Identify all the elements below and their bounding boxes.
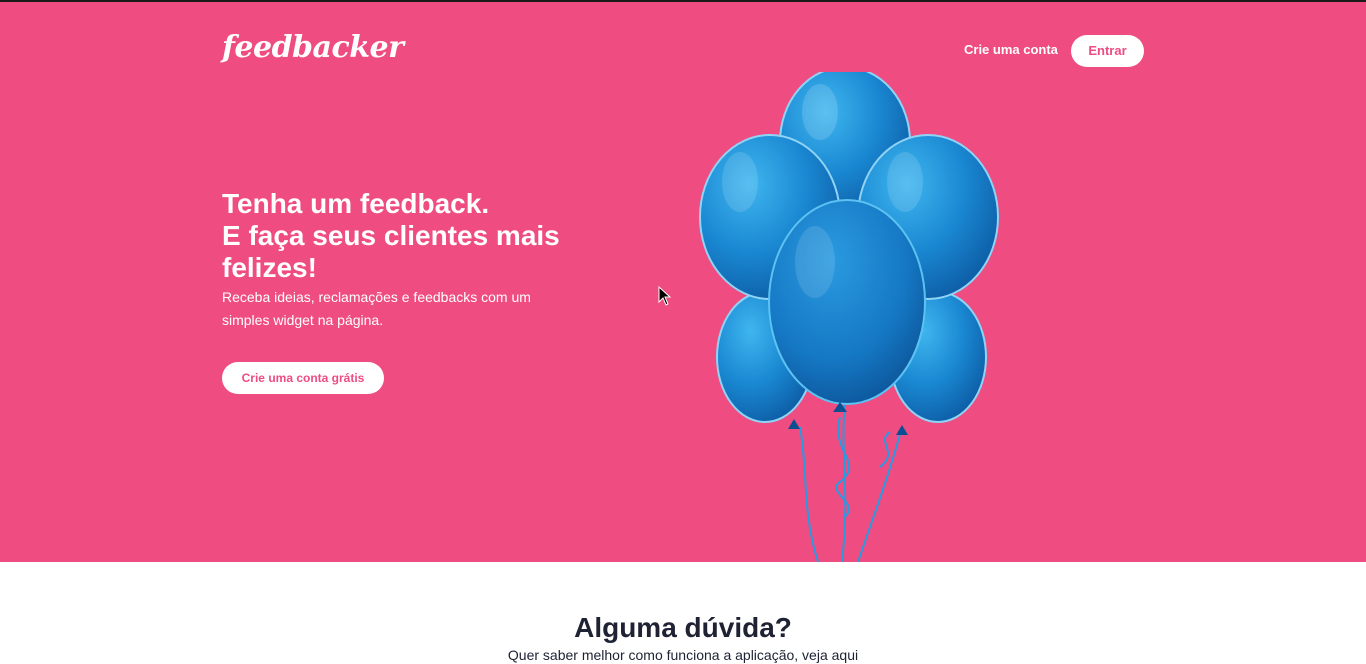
- signup-link[interactable]: Crie uma conta: [964, 42, 1058, 58]
- hero-headline-line1: Tenha um feedback.: [222, 188, 490, 219]
- hero-section: feedbacker Crie uma conta Entrar Tenha u…: [0, 2, 1366, 562]
- balloons-image: [699, 72, 999, 562]
- faq-subtitle: Quer saber melhor como funciona a aplica…: [507, 647, 859, 663]
- balloon-strings: [799, 401, 903, 562]
- hero-subtext: Receba ideias, reclamações e feedbacks c…: [222, 289, 531, 328]
- signup-free-button[interactable]: Crie uma conta grátis: [222, 362, 384, 394]
- hero-headline-line2: E faça seus clientes mais felizes!: [222, 220, 560, 283]
- logo[interactable]: feedbacker: [222, 28, 404, 68]
- faq-title: Alguma dúvida?: [574, 612, 792, 643]
- mouse-cursor-icon: [658, 286, 672, 306]
- hero-headline: Tenha um feedback. E faça seus clientes …: [222, 188, 582, 284]
- login-button[interactable]: Entrar: [1071, 35, 1144, 67]
